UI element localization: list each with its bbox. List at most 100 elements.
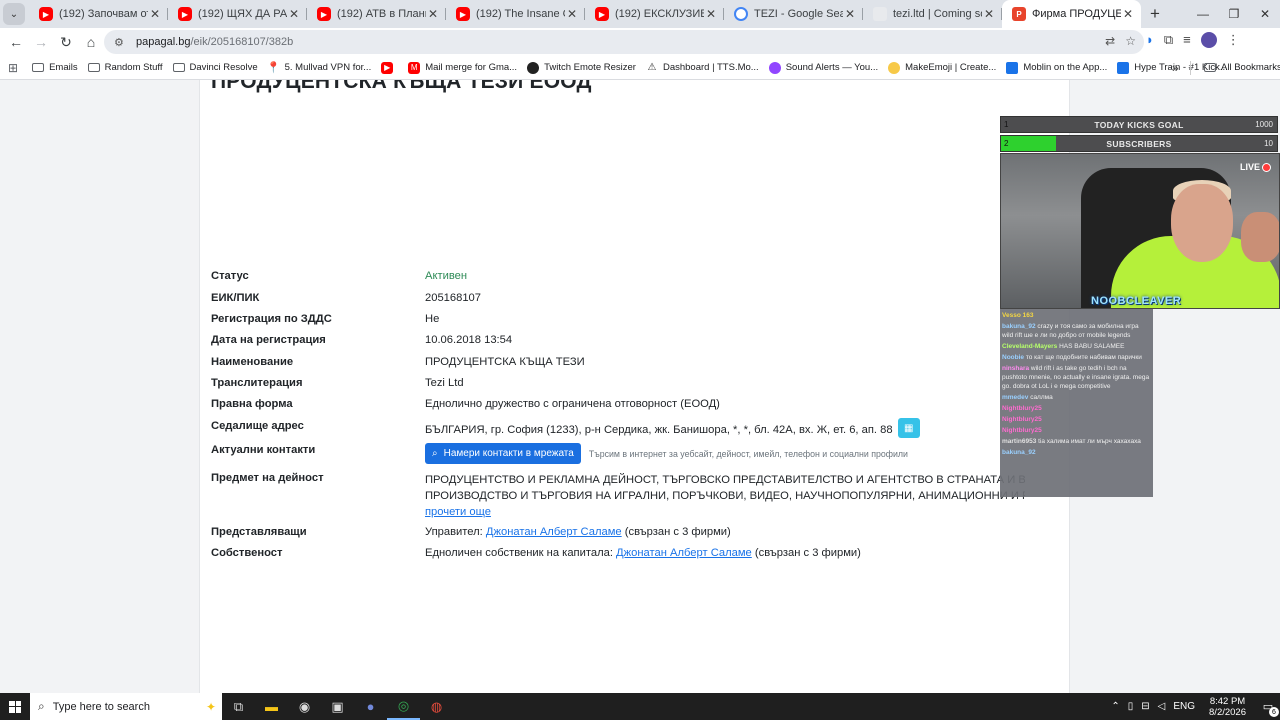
webcam-feed: LIVE NOOBCLEAVER [1000, 153, 1280, 309]
app-icon[interactable]: ▣ [321, 693, 354, 720]
row-legal-form: Правна форма Еднолично дружество с огран… [211, 398, 720, 410]
all-bookmarks[interactable]: All Bookmarks [1204, 62, 1280, 73]
bookmark-star-icon[interactable]: ☆ [1125, 34, 1136, 48]
browser-tab[interactable]: ▶ (192) ЩЯХ ДА РАЗБИЯ МАШИНАТА✕ [168, 0, 307, 28]
chat-username: Noobie [1002, 354, 1025, 361]
folder-icon [1204, 63, 1216, 72]
bookmark-item[interactable]: Moblin on the App... [1006, 61, 1107, 74]
task-view-icon[interactable]: ⧉ [222, 693, 255, 720]
read-more-link[interactable]: прочети още [425, 506, 491, 518]
bookmark-label: MakeEmoji | Create... [905, 62, 997, 73]
close-tab-icon[interactable]: ✕ [565, 7, 579, 21]
extension-icon[interactable]: ◗ [1146, 32, 1154, 48]
extensions-puzzle-icon[interactable]: ⧉ [1164, 32, 1173, 48]
bookmark-label: Mail merge for Gma... [425, 62, 518, 73]
translate-icon[interactable]: ⇄ [1105, 34, 1115, 48]
language-indicator[interactable]: ENG [1173, 701, 1195, 712]
site-info-icon[interactable]: ⚙ [114, 36, 128, 49]
chrome-icon[interactable]: ◎ [387, 693, 420, 720]
bookmark-item[interactable]: MakeEmoji | Create... [888, 61, 997, 74]
bookmark-item[interactable]: Random Stuff [87, 62, 163, 74]
notifications-icon[interactable]: ▭ 6 [1256, 693, 1280, 720]
reading-list-icon[interactable]: ≡ [1183, 32, 1191, 48]
vat-label: Регистрация по ЗДДС [211, 313, 332, 325]
network-icon[interactable]: ⊟ [1141, 701, 1149, 712]
bookmarks-divider [1190, 60, 1191, 75]
new-tab-button[interactable]: + [1141, 4, 1169, 24]
close-tab-icon[interactable]: ✕ [148, 7, 162, 21]
activity-label: Предмет на дейност [211, 472, 324, 484]
close-tab-icon[interactable]: ✕ [426, 7, 440, 21]
bookmark-item[interactable]: 📍 5. Mullvad VPN for... [267, 62, 371, 74]
apps-grid-icon[interactable]: ⊞ [8, 61, 18, 75]
clock[interactable]: 8:42 PM 8/2/2026 [1209, 696, 1246, 718]
close-tab-icon[interactable]: ✕ [982, 7, 996, 21]
owner-link[interactable]: Джонатан Алберт Саламе [616, 547, 752, 559]
row-contacts: Актуални контакти ⌕ Намери контакти в мр… [211, 443, 908, 465]
browser-tab[interactable]: ▶ (192) The Insane Complexity✕ [446, 0, 585, 28]
live-dot-icon [1262, 162, 1271, 172]
taskbar-search-placeholder: Type here to search [52, 700, 150, 713]
bookmark-label: Davinci Resolve [189, 62, 258, 73]
close-tab-icon[interactable]: ✕ [287, 7, 301, 21]
contacts-hint: Търсим в интернет за уебсайт, дейност, и… [588, 448, 908, 459]
volume-icon[interactable]: ◁ [1158, 701, 1166, 712]
close-tab-icon[interactable]: ✕ [1121, 7, 1135, 21]
discord-icon[interactable]: ● [354, 693, 387, 720]
all-bookmarks-label: All Bookmarks [1221, 62, 1280, 73]
eik-value: 205168107 [425, 292, 481, 304]
url-path: /eik/205168107/382b [190, 36, 294, 48]
company-page: ПРОДУЦЕНТСКА КЪЩА ТЕЗИ ЕООД Статус Актив… [199, 80, 1070, 693]
bookmark-item[interactable]: Davinci Resolve [172, 62, 258, 74]
browser-menu-icon[interactable]: ⋮ [1227, 32, 1240, 48]
owner-suffix: (свързан с 3 фирми) [754, 547, 861, 559]
close-tab-icon[interactable]: ✕ [843, 7, 857, 21]
obs-icon[interactable]: ◍ [420, 693, 453, 720]
bookmarks-overflow-icon[interactable]: » [1172, 61, 1179, 75]
chat-username: Nightblury25 [1002, 427, 1042, 434]
back-button[interactable]: ← [4, 30, 28, 54]
bookmark-item[interactable]: Twitch Emote Resizer [527, 61, 636, 74]
home-button[interactable]: ⌂ [79, 30, 103, 54]
reload-button[interactable]: ↻ [54, 30, 78, 54]
row-address: Седалище адрес БЪЛГАРИЯ, гр. София (1233… [211, 418, 920, 440]
bookmark-item[interactable]: Emails [32, 62, 78, 74]
site-icon [873, 7, 887, 21]
forward-button[interactable]: → [29, 30, 53, 54]
bookmark-item[interactable]: M Mail merge for Gma... [408, 61, 518, 74]
chat-message: bakuna_92 crazy и тоя само за мобилна иг… [1002, 322, 1151, 340]
close-tab-icon[interactable]: ✕ [704, 7, 718, 21]
davinci-icon[interactable]: ◉ [288, 693, 321, 720]
bookmark-label: Random Stuff [104, 62, 163, 73]
start-button[interactable] [0, 693, 30, 720]
tab-title: tezi.ltd | Coming soon [893, 8, 982, 20]
profile-avatar[interactable] [1200, 32, 1217, 48]
tray-overflow-icon[interactable]: ⌃ [1111, 701, 1119, 712]
close-window-button[interactable]: ✕ [1245, 0, 1280, 28]
browser-tab[interactable]: P Фирма ПРОДУЦЕНТСКА КЪЩА✕ [1002, 0, 1141, 28]
file-explorer-icon[interactable]: ▬ [255, 693, 288, 720]
youtube-icon: ▶ [317, 7, 331, 21]
map-icon[interactable]: ▦ [897, 418, 920, 438]
tray-app-icon[interactable]: ▯ [1128, 701, 1134, 712]
bookmark-item[interactable]: ⚠ Dashboard | TTS.Mo... [646, 62, 758, 74]
browser-tab[interactable]: ▶ (192) Започвам отначало✕ [29, 0, 168, 28]
address-bar[interactable]: ⚙ papagal.bg/eik/205168107/382b ⇄ ☆ [104, 30, 1144, 54]
streamer-handle: NOOBCLEAVER [1091, 295, 1182, 307]
address-label: Седалище адрес [211, 420, 304, 432]
find-contacts-button[interactable]: ⌕ Намери контакти в мрежата [425, 443, 581, 464]
browser-tab[interactable]: ▶ (192) АТВ в Планината | TEZI✕ [307, 0, 446, 28]
folder-icon [32, 63, 45, 72]
browser-tab[interactable]: TEZI - Google Search✕ [724, 0, 863, 28]
tab-title: (192) ЕКСКЛУЗИВНО: Jon [615, 8, 704, 20]
address-text: БЪЛГАРИЯ, гр. София (1233), р-н Сердика,… [425, 423, 893, 436]
blue-icon [1117, 61, 1130, 74]
bookmark-item[interactable]: Sound Alerts — You... [768, 61, 878, 74]
browser-tab[interactable]: ▶ (192) ЕКСКЛУЗИВНО: Jon✕ [585, 0, 724, 28]
taskbar-search[interactable]: ⌕ Type here to search ✦ [30, 693, 222, 720]
manager-link[interactable]: Джонатан Алберт Саламе [486, 526, 622, 538]
tab-search-button[interactable]: ⌄ [3, 3, 25, 25]
live-label: LIVE [1239, 162, 1260, 172]
bookmark-item[interactable]: ▶ [381, 61, 398, 74]
browser-tab[interactable]: tezi.ltd | Coming soon✕ [863, 0, 1002, 28]
